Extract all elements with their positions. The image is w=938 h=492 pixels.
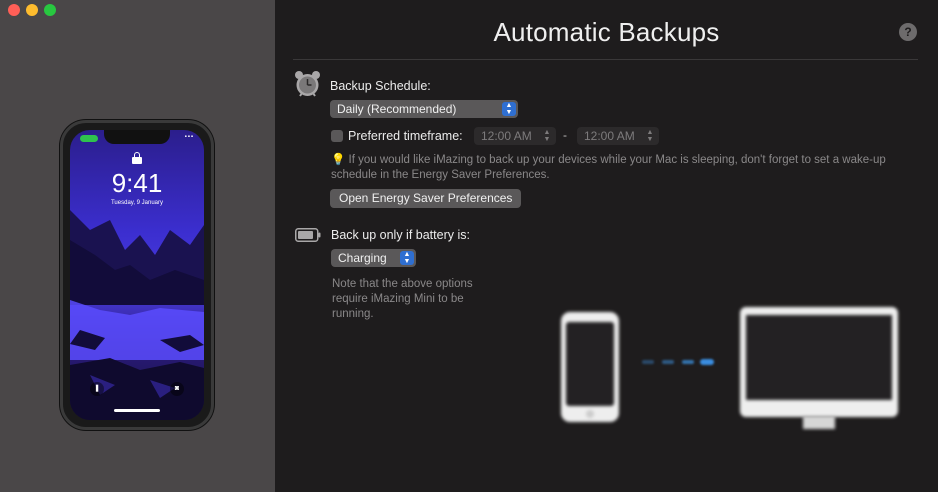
transfer-arrow-icon bbox=[642, 359, 714, 365]
phone-clock: 9:41 bbox=[111, 168, 163, 198]
device-preview-panel: ▪▪▪ 9:41 Tuesday, 9 January ❚ ◙ bbox=[0, 0, 275, 492]
page-title: Automatic Backups bbox=[493, 17, 720, 47]
preferred-timeframe-checkbox[interactable] bbox=[331, 130, 343, 142]
settings-panel: Automatic Backups ? Backup Schedule: Dai… bbox=[275, 0, 938, 492]
status-icons: ▪▪▪ bbox=[184, 134, 194, 140]
window-controls bbox=[8, 4, 56, 16]
phone-notch bbox=[104, 130, 170, 144]
flashlight-icon: ❚ bbox=[90, 382, 104, 396]
home-indicator bbox=[114, 409, 160, 412]
backup-schedule-select[interactable]: Daily (Recommended) ▲ ▼ bbox=[330, 100, 518, 118]
alarm-clock-icon bbox=[295, 71, 320, 97]
lock-icon bbox=[132, 152, 142, 164]
battery-condition-value: Charging bbox=[338, 251, 387, 265]
timeframe-separator: - bbox=[563, 128, 567, 142]
iphone-illustration: ▪▪▪ 9:41 Tuesday, 9 January ❚ ◙ bbox=[60, 120, 214, 430]
backup-schedule-label: Backup Schedule: bbox=[330, 79, 431, 93]
energy-saver-tip-text: If you would like iMazing to back up you… bbox=[331, 154, 886, 181]
battery-icon bbox=[295, 228, 321, 242]
battery-condition-select[interactable]: Charging ▲ ▼ bbox=[331, 249, 416, 267]
chevron-updown-icon: ▲ ▼ bbox=[646, 129, 654, 143]
timeframe-start-value: 12:00 AM bbox=[481, 129, 532, 143]
call-status-pill bbox=[80, 135, 98, 142]
timeframe-end-value: 12:00 AM bbox=[584, 129, 635, 143]
phone-date: Tuesday, 9 January bbox=[110, 200, 164, 206]
camera-icon: ◙ bbox=[170, 382, 184, 396]
battery-condition-label: Back up only if battery is: bbox=[331, 228, 470, 242]
preferred-timeframe-label: Preferred timeframe: bbox=[348, 129, 463, 143]
minimize-window-button[interactable] bbox=[26, 4, 38, 16]
phone-device-illustration bbox=[561, 312, 619, 422]
chevron-updown-icon: ▲ ▼ bbox=[502, 102, 516, 116]
open-energy-saver-button[interactable]: Open Energy Saver Preferences bbox=[330, 189, 522, 208]
divider bbox=[293, 59, 918, 60]
mac-device-illustration bbox=[740, 307, 898, 417]
help-button[interactable]: ? bbox=[899, 23, 917, 41]
backup-schedule-value: Daily (Recommended) bbox=[337, 102, 457, 116]
timeframe-end-select[interactable]: 12:00 AM ▲ ▼ bbox=[577, 127, 659, 145]
imazing-mini-note: Note that the above options require iMaz… bbox=[332, 278, 473, 320]
chevron-updown-icon: ▲ ▼ bbox=[543, 129, 551, 143]
timeframe-start-select[interactable]: 12:00 AM ▲ ▼ bbox=[474, 127, 556, 145]
zoom-window-button[interactable] bbox=[44, 4, 56, 16]
lightbulb-icon: 💡 bbox=[331, 154, 346, 166]
energy-saver-tip: 💡 If you would like iMazing to back up y… bbox=[331, 153, 891, 183]
mac-stand bbox=[803, 416, 835, 429]
chevron-updown-icon: ▲ ▼ bbox=[400, 251, 414, 265]
close-window-button[interactable] bbox=[8, 4, 20, 16]
phone-lock-screen: ▪▪▪ 9:41 Tuesday, 9 January ❚ ◙ bbox=[70, 130, 204, 420]
